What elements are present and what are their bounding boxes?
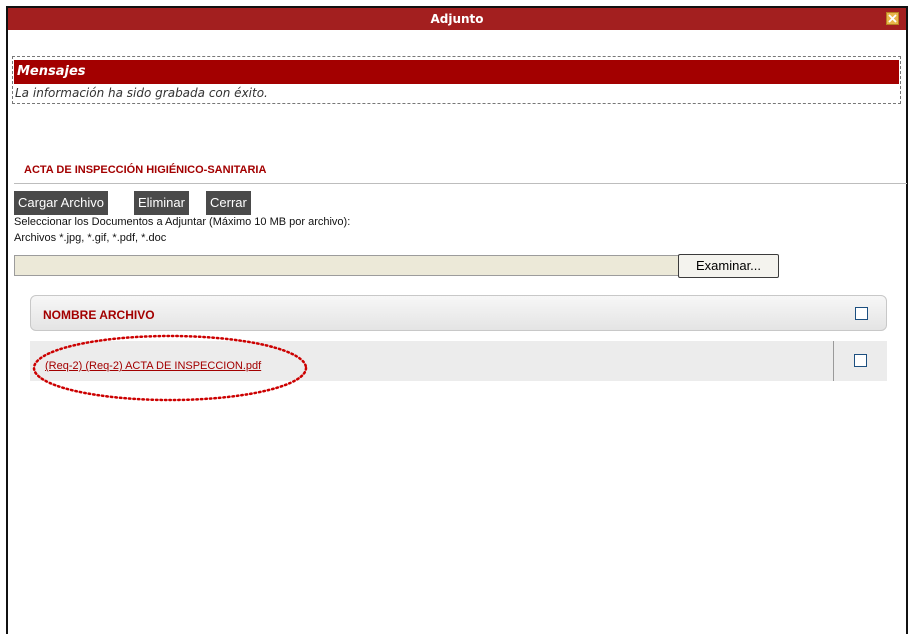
close-window-button[interactable] xyxy=(886,12,899,25)
row-checkbox[interactable] xyxy=(854,354,867,367)
delete-button[interactable]: Eliminar xyxy=(134,191,189,215)
browse-button[interactable]: Examinar... xyxy=(678,254,779,278)
section-divider xyxy=(14,183,907,184)
messages-panel: Mensajes La información ha sido grabada … xyxy=(12,56,901,104)
files-grid-header: NOMBRE ARCHIVO xyxy=(30,295,887,331)
window-title: Adjunto xyxy=(430,12,484,26)
select-all-checkbox[interactable] xyxy=(855,307,868,320)
column-header-file-name: NOMBRE ARCHIVO xyxy=(43,308,155,322)
close-button[interactable]: Cerrar xyxy=(206,191,251,215)
close-icon xyxy=(888,14,897,23)
title-bar: Adjunto xyxy=(8,8,906,30)
allowed-formats-text: Archivos *.jpg, *.gif, *.pdf, *.doc xyxy=(14,232,167,244)
upload-file-button[interactable]: Cargar Archivo xyxy=(14,191,108,215)
adjunto-dialog: Adjunto Mensajes La información ha sido … xyxy=(6,6,908,634)
highlight-ellipse xyxy=(32,334,308,402)
success-message: La información ha sido grabada con éxito… xyxy=(15,86,268,100)
messages-header: Mensajes xyxy=(14,60,899,84)
instructions-text: Seleccionar los Documentos a Adjuntar (M… xyxy=(14,216,351,228)
section-title: ACTA DE INSPECCIÓN HIGIÉNICO-SANITARIA xyxy=(24,164,267,176)
column-divider xyxy=(833,341,834,381)
file-path-field[interactable] xyxy=(14,255,680,276)
